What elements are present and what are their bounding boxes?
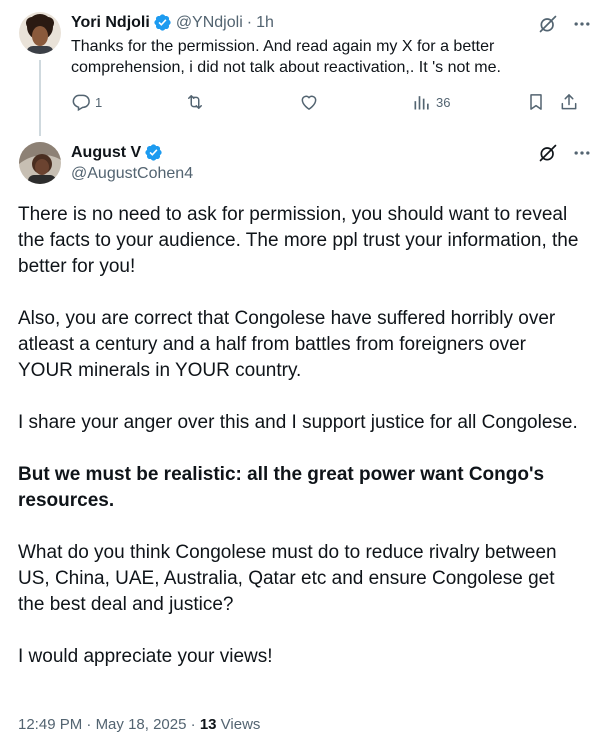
main-handle-row: @AugustCohen4	[71, 165, 193, 183]
main-author-row: August V	[71, 143, 163, 162]
tweet-paragraph: There is no need to ask for permission, …	[18, 204, 579, 277]
like-icon	[299, 92, 319, 112]
reply-author-handle[interactable]: @YNdjoli	[176, 14, 243, 32]
reply-tweet[interactable]: Yori Ndjoli @YNdjoli · 1h Thanks for the…	[0, 0, 598, 136]
repost-icon	[185, 92, 205, 112]
meta-separator: ·	[86, 716, 92, 733]
avatar-yori-image	[19, 12, 61, 54]
main-top-icons	[526, 141, 594, 165]
tweet-paragraph: I would appreciate your views!	[18, 646, 273, 667]
views-button[interactable]: 36	[412, 92, 450, 112]
tweet-paragraph: I share your anger over this and I suppo…	[18, 412, 578, 433]
tweet-meta: 12:49 PM · May 18, 2025 · 13 Views	[18, 716, 260, 733]
reply-author-name[interactable]: Yori Ndjoli	[71, 14, 150, 32]
reply-time[interactable]: 1h	[256, 14, 274, 32]
reply-icon	[71, 92, 91, 112]
views-icon	[412, 92, 432, 112]
avatar-august-image	[19, 142, 61, 184]
bookmark-icon	[526, 92, 546, 112]
verified-badge-icon	[153, 13, 172, 32]
tweet-views-count: 13	[199, 716, 217, 733]
reply-top-icons	[526, 12, 594, 36]
verified-badge-icon	[144, 143, 163, 162]
thread-line	[39, 60, 41, 136]
avatar-yori[interactable]	[19, 12, 61, 54]
reply-count: 1	[95, 94, 103, 110]
views-count: 36	[436, 94, 451, 110]
bookmark-button[interactable]	[526, 92, 546, 112]
avatar-august[interactable]	[19, 142, 61, 184]
share-button[interactable]	[559, 92, 579, 112]
tweet-time[interactable]: 12:49 PM	[18, 716, 82, 733]
reply-separator: ·	[246, 13, 253, 31]
reply-author-row: Yori Ndjoli @YNdjoli · 1h	[71, 13, 274, 32]
meta-separator: ·	[190, 716, 196, 733]
grok-icon[interactable]	[536, 12, 560, 36]
more-icon[interactable]	[570, 12, 594, 36]
reply-text: Thanks for the permission. And read agai…	[71, 38, 501, 76]
more-icon[interactable]	[570, 141, 594, 165]
tweet-views-label: Views	[220, 716, 261, 733]
grok-icon[interactable]	[536, 141, 560, 165]
main-author-handle[interactable]: @AugustCohen4	[71, 165, 193, 183]
tweet-date[interactable]: May 18, 2025	[96, 716, 187, 733]
tweet-paragraph-bold: But we must be realistic: all the great …	[18, 464, 545, 511]
main-tweet-text: There is no need to ask for permission, …	[18, 202, 583, 696]
reply-button[interactable]: 1	[71, 92, 102, 112]
reply-action-bar: 1 36	[71, 92, 583, 116]
tweet-paragraph: Also, you are correct that Congolese hav…	[18, 308, 556, 381]
tweet-paragraph: What do you think Congolese must do to r…	[18, 542, 557, 615]
repost-button[interactable]	[185, 92, 205, 112]
share-icon	[559, 92, 579, 112]
main-author-name[interactable]: August V	[71, 144, 141, 162]
like-button[interactable]	[299, 92, 319, 112]
